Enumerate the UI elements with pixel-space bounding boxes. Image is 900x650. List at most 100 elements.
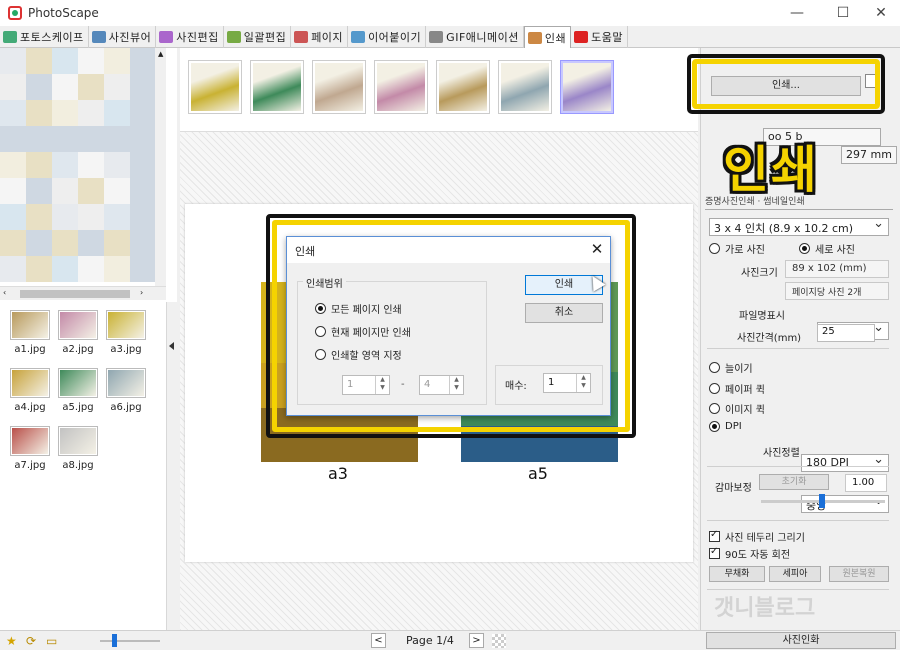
file-thumbnail[interactable]: [10, 310, 50, 340]
paper-size-select[interactable]: 3 x 4 인치 (8.9 x 10.2 cm): [709, 216, 889, 236]
blurred-folder-cell: [0, 100, 26, 126]
refresh-icon[interactable]: ⟳: [26, 634, 36, 648]
dpi-select[interactable]: 180 DPI: [801, 452, 889, 472]
photoscape-home-icon: [3, 31, 17, 43]
radio-off-icon[interactable]: [709, 243, 720, 254]
strip-photo[interactable]: [312, 60, 366, 114]
orientation-landscape[interactable]: 가로 사진: [709, 241, 765, 256]
orientation-portrait[interactable]: 세로 사진: [799, 241, 855, 256]
radio-on-icon[interactable]: [315, 303, 326, 314]
strip-photo-image: [563, 63, 611, 111]
strip-photo-image: [315, 63, 363, 111]
check-draw-border[interactable]: 사진 테두리 그리기: [709, 529, 805, 544]
thumbnail-image: [60, 428, 96, 454]
align-select[interactable]: 중앙: [801, 493, 889, 513]
check-auto-rotate[interactable]: 90도 자동 회전: [709, 546, 790, 561]
folder-vertical-scrollbar[interactable]: ▲: [155, 48, 166, 286]
sepia-button[interactable]: 세피아: [769, 566, 821, 582]
photo-print-button[interactable]: 사진인화: [706, 632, 896, 649]
restore-original-button[interactable]: 원본복원: [829, 566, 889, 582]
radio-off-icon[interactable]: [709, 362, 720, 373]
spacing-spinner[interactable]: 25: [817, 324, 875, 342]
gamma-reset-button[interactable]: 초기화: [759, 474, 829, 490]
panel-splitter[interactable]: [166, 302, 177, 630]
copies-spinner[interactable]: 1 ▲ ▼: [543, 373, 591, 393]
fit-stretch[interactable]: 늘이기: [709, 360, 753, 375]
tab-gif[interactable]: GIF애니메이션: [426, 26, 524, 48]
radio-off-icon[interactable]: [315, 349, 326, 360]
blurred-folder-cell: [52, 204, 78, 230]
close-button[interactable]: ✕: [858, 0, 900, 26]
gamma-slider-thumb[interactable]: [819, 494, 825, 508]
spinner-arrows-icon[interactable]: ▲ ▼: [576, 374, 590, 392]
range-from-spinner[interactable]: 1 ▲ ▼: [342, 375, 390, 395]
spinner-arrows-icon[interactable]: ▲ ▼: [375, 376, 389, 394]
background-toggle-icon[interactable]: [492, 634, 506, 648]
file-thumbnail[interactable]: [58, 426, 98, 456]
radio-on-icon[interactable]: [709, 421, 720, 432]
tab-print[interactable]: 인쇄: [523, 26, 572, 48]
dialog-close-icon[interactable]: ✕: [587, 239, 607, 259]
radio-page-range[interactable]: 인쇄할 영역 지정: [315, 347, 402, 362]
dialog-cancel-button[interactable]: 취소: [525, 303, 603, 323]
radio-off-icon[interactable]: [709, 383, 720, 394]
radio-current-page[interactable]: 현재 페이지만 인쇄: [315, 324, 411, 339]
radio-all-pages[interactable]: 모든 페이지 인쇄: [315, 301, 402, 316]
folder-tree-blurred[interactable]: [0, 48, 166, 286]
tab-page[interactable]: 페이지: [291, 26, 349, 48]
blurred-folder-cell: [26, 152, 52, 178]
zoom-slider-thumb[interactable]: [112, 634, 117, 647]
zoom-slider-track[interactable]: [100, 640, 160, 642]
tab-batch[interactable]: 일괄편집: [224, 26, 292, 48]
fit-dpi-label: DPI: [725, 421, 742, 432]
file-thumbnail[interactable]: [58, 368, 98, 398]
file-thumbnail[interactable]: [106, 310, 146, 340]
grayscale-button[interactable]: 무채화: [709, 566, 765, 582]
blurred-folder-cell: [104, 178, 130, 204]
fit-image[interactable]: 이미지 퀵: [709, 401, 765, 416]
range-to-spinner[interactable]: 4 ▲ ▼: [419, 375, 464, 395]
tab-photoscape-home[interactable]: 포토스케이프: [0, 26, 89, 48]
strip-photo[interactable]: [188, 60, 242, 114]
spinner-arrows-icon[interactable]: ▲ ▼: [449, 376, 463, 394]
strip-photo[interactable]: [374, 60, 428, 114]
fit-dpi[interactable]: DPI: [709, 421, 742, 432]
file-thumbnail[interactable]: [10, 368, 50, 398]
scroll-right-icon[interactable]: ›: [140, 288, 143, 297]
fit-paper[interactable]: 페이퍼 퀵: [709, 381, 765, 396]
collapse-arrow-icon[interactable]: [169, 342, 174, 350]
previous-page-button[interactable]: <: [371, 633, 386, 648]
file-thumbnail[interactable]: [106, 368, 146, 398]
checkbox-checked-icon[interactable]: [709, 546, 720, 559]
radio-off-icon[interactable]: [315, 326, 326, 337]
photo-caption-left: a3: [328, 464, 348, 483]
folder-icon[interactable]: ▭: [46, 634, 57, 648]
minimize-button[interactable]: —: [774, 0, 820, 26]
print-button[interactable]: 인쇄...: [711, 76, 861, 96]
strip-photo[interactable]: [498, 60, 552, 114]
star-icon[interactable]: ★: [6, 634, 17, 648]
scroll-up-icon[interactable]: ▲: [158, 50, 163, 58]
file-thumbnail-label: a8.jpg: [62, 460, 94, 471]
scroll-left-icon[interactable]: ‹: [3, 288, 6, 297]
radio-off-icon[interactable]: [709, 403, 720, 414]
file-thumbnail[interactable]: [58, 310, 98, 340]
strip-photo[interactable]: [436, 60, 490, 114]
tab-combine[interactable]: 이어붙이기: [348, 26, 427, 48]
radio-on-icon[interactable]: [799, 243, 810, 254]
strip-photo[interactable]: [250, 60, 304, 114]
next-page-button[interactable]: >: [469, 633, 484, 648]
tab-viewer[interactable]: 사진뷰어: [89, 26, 157, 48]
blurred-folder-cell: [78, 48, 104, 74]
strip-photo[interactable]: [560, 60, 614, 114]
file-thumbnail[interactable]: [10, 426, 50, 456]
scrollbar-thumb[interactable]: [20, 290, 130, 298]
blurred-folder-cell: [52, 230, 78, 256]
batch-icon: [226, 31, 241, 43]
checkbox-checked-icon[interactable]: [709, 529, 720, 542]
tab-label: 이어붙이기: [368, 31, 422, 44]
folder-horizontal-scrollbar[interactable]: ‹ ›: [0, 286, 166, 300]
tab-editor[interactable]: 사진편집: [156, 26, 224, 48]
tab-help[interactable]: 도움말: [571, 26, 628, 48]
tab-label: 인쇄: [544, 31, 567, 45]
